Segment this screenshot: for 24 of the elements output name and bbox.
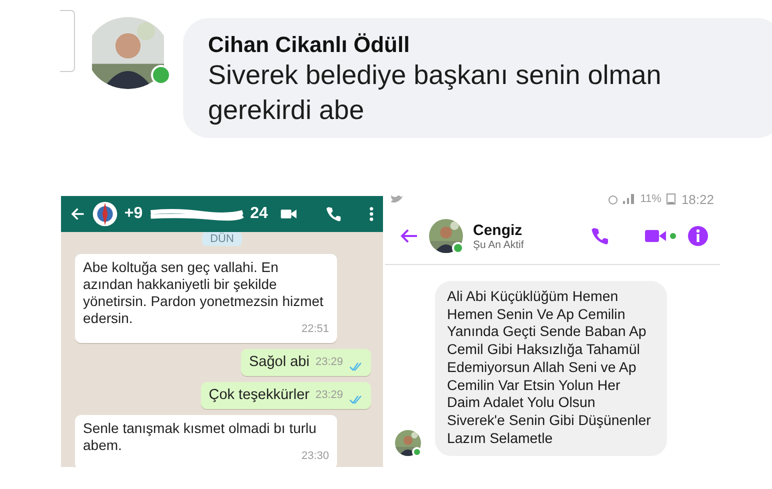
comment-text: Siverek belediye başkanı senin olman gerekirdi abe [208, 59, 662, 127]
message-time: 23:29 [315, 355, 343, 370]
presence-status: Şu An Aktif [473, 238, 524, 250]
signal-icon [623, 194, 636, 204]
contact-name: Cengiz [473, 222, 524, 238]
battery-level: 11% [640, 193, 662, 205]
emblem-icon[interactable] [92, 199, 118, 229]
status-time: 18:22 [681, 192, 714, 206]
message-text: Sağol abi [249, 354, 310, 371]
battery-icon [666, 193, 676, 205]
bird-icon [391, 194, 403, 204]
author-name[interactable]: Cihan Cikanlı Ödüll [208, 32, 772, 58]
phone-icon[interactable] [324, 204, 342, 224]
message-text: Çok teşekkürler [208, 387, 310, 404]
alarm-icon [608, 194, 618, 204]
message-time: 23:29 [315, 388, 343, 403]
message-bubble: Ali Abi Küçüklüğüm Hemen Hemen Senin Ve Ap Cemilin Yanında Geçti Sende Baban Ap Cemil Gibi Haksızlığa Tahamül Edemiyorsun Allah Seni ve Ap Cemilin Var Etsin Yolun Her Daim Adalet Yolu Olsun Siverek'e Senin Gibi Düşünenler Lazım Selametle [435, 281, 667, 456]
contact-number: +9 [124, 205, 143, 223]
contact-number: 24 [250, 205, 268, 223]
card-edge [60, 10, 75, 72]
date-chip: DÜN [202, 232, 242, 246]
info-icon[interactable] [688, 226, 708, 246]
phone-icon[interactable] [590, 226, 610, 246]
more-icon[interactable] [368, 204, 375, 224]
